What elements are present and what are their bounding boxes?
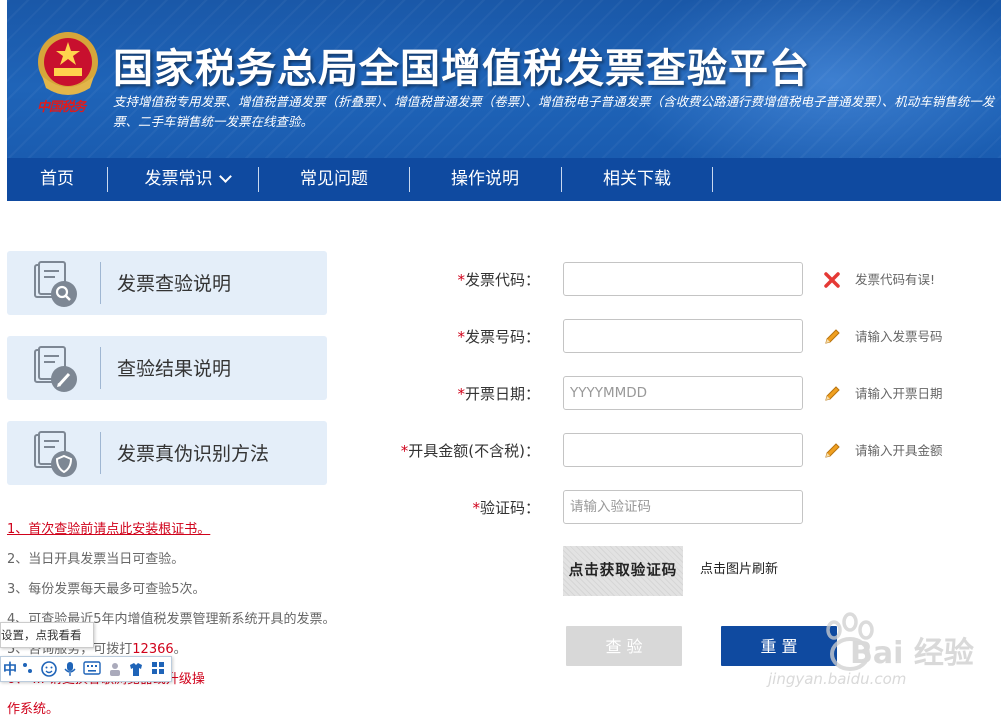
nav-invoice-knowledge[interactable]: 发票常识 xyxy=(119,158,255,201)
card-divider xyxy=(100,432,101,474)
nav-divider xyxy=(409,167,410,192)
invoice-number-label: *发票号码： xyxy=(380,319,540,355)
nav-downloads[interactable]: 相关下载 xyxy=(572,158,702,201)
keyboard-icon[interactable] xyxy=(83,661,101,675)
issue-date-label-text: 开票日期： xyxy=(464,385,540,403)
captcha-image[interactable]: 点击获取验证码 xyxy=(563,546,683,596)
captcha-label-text: 验证码： xyxy=(479,499,540,517)
required-mark: * xyxy=(457,271,465,289)
invoice-number-input[interactable] xyxy=(563,319,803,353)
help-card-authenticity-guide[interactable]: 发票真伪识别方法 xyxy=(7,421,327,485)
pencil-icon xyxy=(825,443,840,458)
amount-label: *开具金额(不含税)： xyxy=(380,433,540,469)
invoice-code-label-text: 发票代码： xyxy=(464,271,540,289)
nav-divider xyxy=(561,167,562,192)
error-x-icon xyxy=(824,272,840,288)
header-banner: 中国税务 国家税务总局全国增值税发票查验平台 支持增值税专用发票、增值税普通发票… xyxy=(7,0,1001,158)
card-divider xyxy=(100,262,101,304)
watermark-url: jingyan.baidu.com xyxy=(768,670,907,688)
nav-instructions-label: 操作说明 xyxy=(451,169,519,189)
note-browser-b: 作系统。 xyxy=(7,702,60,717)
nav-divider xyxy=(712,167,713,192)
nav-home[interactable]: 首页 xyxy=(21,158,93,201)
nav-instructions[interactable]: 操作说明 xyxy=(420,158,550,201)
card-divider xyxy=(100,347,101,389)
required-mark: * xyxy=(457,328,465,346)
invoice-code-hint: 发票代码有误! xyxy=(855,272,936,287)
chevron-down-icon xyxy=(218,170,232,183)
nav-divider xyxy=(107,167,108,192)
toolbox-icon[interactable] xyxy=(151,661,165,675)
emoji-icon[interactable] xyxy=(41,661,57,677)
invoice-number-hint: 请输入发票号码 xyxy=(855,329,943,344)
nav-home-label: 首页 xyxy=(40,169,74,189)
captcha-input[interactable] xyxy=(563,490,803,524)
pencil-icon xyxy=(825,386,840,401)
amount-input[interactable] xyxy=(563,433,803,467)
watermark-text: Bai 经验 xyxy=(850,636,974,671)
user-icon[interactable] xyxy=(107,661,123,677)
main-nav: 首页 发票常识 常见问题 操作说明 相关下载 xyxy=(7,158,1001,201)
ime-punct-icon[interactable] xyxy=(21,661,35,675)
invoice-code-input[interactable] xyxy=(563,262,803,296)
note-install-cert[interactable]: 1、首次查验前请点此安装根证书。 xyxy=(7,518,210,537)
install-cert-link[interactable]: 1、首次查验前请点此安装根证书。 xyxy=(7,522,210,537)
hotline-number: 12366 xyxy=(132,642,174,657)
query-button[interactable]: 查 验 xyxy=(566,626,682,666)
nav-faq[interactable]: 常见问题 xyxy=(269,158,399,201)
captcha-label: *验证码： xyxy=(380,490,540,526)
captcha-refresh-text[interactable]: 点击图片刷新 xyxy=(700,558,778,577)
required-mark: * xyxy=(457,385,465,403)
search-doc-icon xyxy=(34,261,77,307)
amount-label-text: 开具金额(不含税)： xyxy=(408,442,540,460)
issue-date-input[interactable] xyxy=(563,376,803,410)
nav-divider xyxy=(258,167,259,192)
issue-date-hint: 请输入开票日期 xyxy=(855,386,943,401)
site-subtitle: 支持增值税专用发票、增值税普通发票（折叠票）、增值税普通发票（卷票）、增值税电子… xyxy=(113,94,995,129)
site-title: 国家税务总局全国增值税发票查验平台 xyxy=(113,46,810,92)
nav-faq-label: 常见问题 xyxy=(300,169,368,189)
help-card-result-guide[interactable]: 查验结果说明 xyxy=(7,336,327,400)
ime-settings-tip[interactable]: 设置，点我看看 xyxy=(0,622,94,648)
required-mark: * xyxy=(472,499,480,517)
logo-text: 中国税务 xyxy=(37,100,86,115)
skin-icon[interactable] xyxy=(128,661,144,677)
help-card-label: 查验结果说明 xyxy=(117,358,232,380)
ime-toolbar[interactable]: 中 xyxy=(0,656,172,682)
note-daily-limit: 3、每份发票每天最多可查验5次。 xyxy=(7,582,206,597)
note-same-day: 2、当日开具发票当日可查验。 xyxy=(7,552,185,567)
note-hotline-suffix: 。 xyxy=(173,642,187,657)
amount-hint: 请输入开具金额 xyxy=(855,443,943,458)
pencil-icon xyxy=(825,329,840,344)
help-card-verification-guide[interactable]: 发票查验说明 xyxy=(7,251,327,315)
edit-doc-icon xyxy=(34,346,77,392)
help-card-label: 发票查验说明 xyxy=(117,273,232,295)
nav-downloads-label: 相关下载 xyxy=(603,169,671,189)
nav-invoice-knowledge-label: 发票常识 xyxy=(144,169,213,189)
tax-emblem-icon xyxy=(38,32,98,95)
issue-date-label: *开票日期： xyxy=(380,376,540,412)
shield-doc-icon xyxy=(34,431,77,477)
invoice-number-label-text: 发票号码： xyxy=(464,328,540,346)
help-card-label: 发票真伪识别方法 xyxy=(117,443,270,465)
microphone-icon[interactable] xyxy=(63,661,77,677)
invoice-code-label: *发票代码： xyxy=(380,262,540,298)
ime-language-toggle[interactable]: 中 xyxy=(3,659,17,679)
